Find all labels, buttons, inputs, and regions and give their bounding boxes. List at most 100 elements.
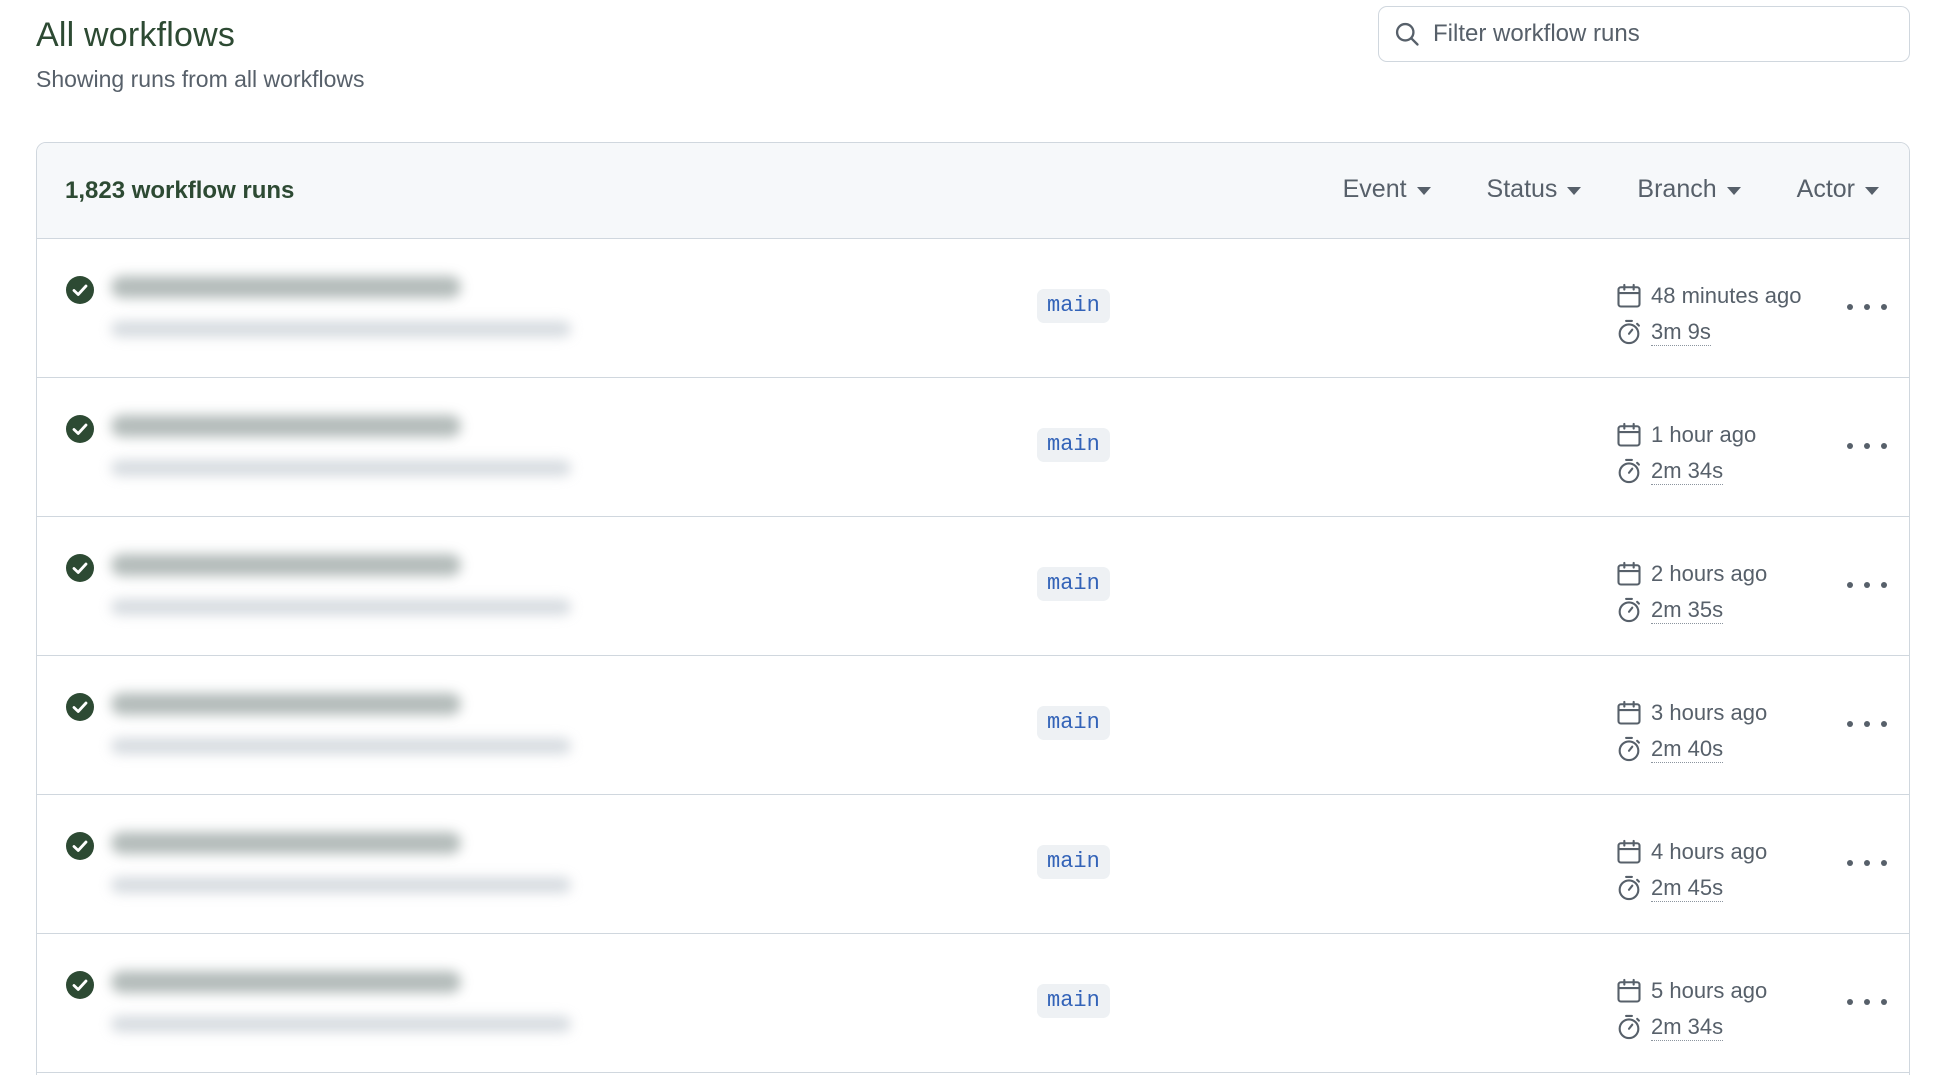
kebab-horizontal-icon[interactable] [1847, 297, 1887, 317]
workflow-run-row[interactable]: main 5 hours ago 2m 34s [37, 934, 1909, 1073]
run-duration-value: 3m 9s [1651, 318, 1711, 346]
branch-label[interactable]: main [1037, 845, 1110, 879]
run-time-ago: 5 hours ago [1651, 978, 1768, 1003]
workflow-run-row[interactable]: main 1 hour ago 2m 34s [37, 378, 1909, 517]
workflow-run-row[interactable]: main 4 hours ago 2m 45s [37, 795, 1909, 934]
run-title-redacted[interactable] [111, 276, 461, 298]
search-icon [1395, 22, 1419, 46]
event-filter-dropdown[interactable]: Event [1343, 175, 1431, 204]
run-time-ago: 4 hours ago [1651, 839, 1768, 864]
workflow-runs-box: 1,823 workflow runs Event Status Branch … [36, 142, 1910, 1075]
run-time-ago: 2 hours ago [1651, 561, 1768, 586]
stopwatch-icon [1618, 458, 1640, 484]
check-circle-icon [66, 971, 94, 999]
status-filter-dropdown[interactable]: Status [1487, 175, 1582, 204]
caret-down-icon [1726, 187, 1741, 195]
run-details-redacted [111, 877, 571, 893]
run-details-redacted [111, 1016, 571, 1032]
run-duration-value: 2m 45s [1651, 874, 1724, 902]
branch-label[interactable]: main [1037, 706, 1110, 740]
run-meta: 3 hours ago 2m 40s [1615, 696, 1767, 766]
check-circle-icon [66, 554, 94, 582]
calendar-icon [1617, 700, 1641, 725]
run-count: 1,823 workflow runs [65, 177, 295, 204]
run-duration: 3m 9s [1615, 315, 1801, 349]
branch-label[interactable]: main [1037, 984, 1110, 1018]
run-time-ago: 48 minutes ago [1651, 283, 1802, 308]
page-title: All workflows [36, 16, 236, 54]
run-created: 48 minutes ago [1615, 279, 1801, 313]
check-circle-icon [66, 832, 94, 860]
runs-header: 1,823 workflow runs Event Status Branch … [37, 143, 1909, 239]
kebab-horizontal-icon[interactable] [1847, 575, 1887, 595]
kebab-horizontal-icon[interactable] [1847, 992, 1887, 1012]
run-meta: 48 minutes ago 3m 9s [1615, 279, 1801, 349]
run-duration: 2m 45s [1615, 871, 1767, 905]
check-circle-icon [66, 693, 94, 721]
runs-list: main 48 minutes ago 3m 9s main 1 hour ag… [37, 239, 1909, 1073]
kebab-horizontal-icon[interactable] [1847, 853, 1887, 873]
run-duration: 2m 40s [1615, 732, 1767, 766]
run-created: 2 hours ago [1615, 557, 1767, 591]
filter-runs-input[interactable] [1433, 20, 1893, 48]
caret-down-icon [1416, 187, 1431, 195]
run-duration-value: 2m 34s [1651, 1013, 1724, 1041]
run-duration-value: 2m 34s [1651, 457, 1724, 485]
run-details-redacted [111, 460, 571, 476]
run-details-redacted [111, 599, 571, 615]
run-meta: 4 hours ago 2m 45s [1615, 835, 1767, 905]
run-title-redacted[interactable] [111, 971, 461, 993]
stopwatch-icon [1618, 736, 1640, 762]
filter-bar: Event Status Branch Actor [1343, 175, 1879, 204]
branch-label[interactable]: main [1037, 567, 1110, 601]
calendar-icon [1617, 839, 1641, 864]
run-duration-value: 2m 40s [1651, 735, 1724, 763]
caret-down-icon [1567, 187, 1582, 195]
branch-filter-dropdown[interactable]: Branch [1637, 175, 1741, 204]
branch-label[interactable]: main [1037, 289, 1110, 323]
run-meta: 1 hour ago 2m 34s [1615, 418, 1756, 488]
run-meta: 5 hours ago 2m 34s [1615, 974, 1767, 1044]
run-title-redacted[interactable] [111, 415, 461, 437]
branch-filter-label: Branch [1637, 175, 1717, 203]
run-title-redacted[interactable] [111, 832, 461, 854]
workflow-run-row[interactable]: main 3 hours ago 2m 40s [37, 656, 1909, 795]
run-created: 5 hours ago [1615, 974, 1767, 1008]
run-meta: 2 hours ago 2m 35s [1615, 557, 1767, 627]
stopwatch-icon [1618, 1014, 1640, 1040]
kebab-horizontal-icon[interactable] [1847, 714, 1887, 734]
stopwatch-icon [1618, 319, 1640, 345]
run-details-redacted [111, 321, 571, 337]
run-duration: 2m 35s [1615, 593, 1767, 627]
actor-filter-label: Actor [1796, 175, 1855, 203]
search-box[interactable] [1378, 6, 1910, 62]
stopwatch-icon [1618, 597, 1640, 623]
workflow-run-row[interactable]: main 48 minutes ago 3m 9s [37, 239, 1909, 378]
calendar-icon [1617, 561, 1641, 586]
run-title-redacted[interactable] [111, 554, 461, 576]
caret-down-icon [1865, 187, 1879, 195]
run-created: 1 hour ago [1615, 418, 1756, 452]
run-time-ago: 1 hour ago [1651, 422, 1757, 447]
workflow-run-row[interactable]: main 2 hours ago 2m 35s [37, 517, 1909, 656]
kebab-horizontal-icon[interactable] [1847, 436, 1887, 456]
calendar-icon [1617, 283, 1641, 308]
run-created: 4 hours ago [1615, 835, 1767, 869]
page-subtitle: Showing runs from all workflows [36, 66, 365, 92]
run-details-redacted [111, 738, 571, 754]
calendar-icon [1617, 978, 1641, 1003]
check-circle-icon [66, 415, 94, 443]
run-created: 3 hours ago [1615, 696, 1767, 730]
run-duration: 2m 34s [1615, 1010, 1767, 1044]
stopwatch-icon [1618, 875, 1640, 901]
run-time-ago: 3 hours ago [1651, 700, 1768, 725]
run-duration-value: 2m 35s [1651, 596, 1724, 624]
event-filter-label: Event [1342, 175, 1407, 203]
check-circle-icon [66, 276, 94, 304]
run-duration: 2m 34s [1615, 454, 1756, 488]
run-title-redacted[interactable] [111, 693, 461, 715]
calendar-icon [1617, 422, 1641, 447]
branch-label[interactable]: main [1037, 428, 1110, 462]
actor-filter-dropdown[interactable]: Actor [1797, 175, 1879, 204]
status-filter-label: Status [1486, 175, 1558, 203]
